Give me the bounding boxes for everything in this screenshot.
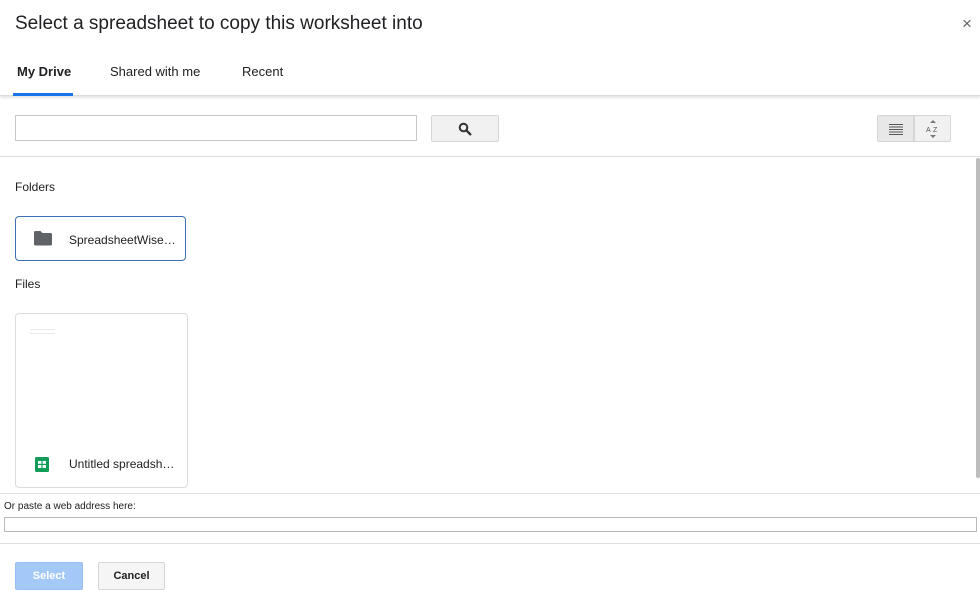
folders-heading: Folders [15, 180, 56, 194]
tab-recent[interactable]: Recent [242, 64, 283, 79]
svg-text:Z: Z [933, 127, 938, 134]
browser-content: Folders SpreadsheetWise… Files Untitled … [0, 158, 976, 493]
file-thumbnail [16, 314, 187, 441]
folder-name: SpreadsheetWise… [69, 233, 176, 247]
select-button[interactable]: Select [15, 562, 83, 590]
content-scrollbar[interactable] [976, 158, 980, 478]
search-icon [458, 122, 472, 136]
active-tab-indicator [13, 93, 73, 96]
tab-my-drive[interactable]: My Drive [17, 64, 71, 79]
sort-az-icon: A Z [926, 119, 938, 138]
list-view-button[interactable] [877, 115, 914, 142]
sort-button[interactable]: A Z [914, 115, 951, 142]
copy-worksheet-dialog: Select a spreadsheet to copy this worksh… [0, 0, 980, 600]
tab-bar: My Drive Shared with me Recent [0, 56, 980, 96]
svg-text:A: A [926, 127, 931, 134]
folder-item[interactable]: SpreadsheetWise… [15, 216, 186, 261]
folder-icon [34, 231, 52, 246]
google-sheets-icon [35, 457, 49, 472]
tab-shared-with-me[interactable]: Shared with me [110, 64, 200, 79]
dialog-title: Select a spreadsheet to copy this worksh… [15, 13, 423, 34]
list-view-icon [888, 123, 903, 135]
paste-url-input[interactable] [4, 517, 977, 532]
close-icon[interactable]: × [958, 15, 976, 33]
paste-url-section: Or paste a web address here: [0, 493, 980, 544]
thumbnail-preview [30, 329, 55, 334]
file-item[interactable]: Untitled spreadsh… [15, 313, 188, 488]
search-button[interactable] [431, 115, 499, 142]
cancel-button[interactable]: Cancel [98, 562, 165, 590]
files-heading: Files [15, 277, 41, 291]
search-input[interactable] [15, 115, 417, 141]
paste-url-label: Or paste a web address here: [4, 501, 136, 512]
toolbar: A Z [0, 97, 980, 157]
file-name: Untitled spreadsh… [69, 457, 175, 471]
